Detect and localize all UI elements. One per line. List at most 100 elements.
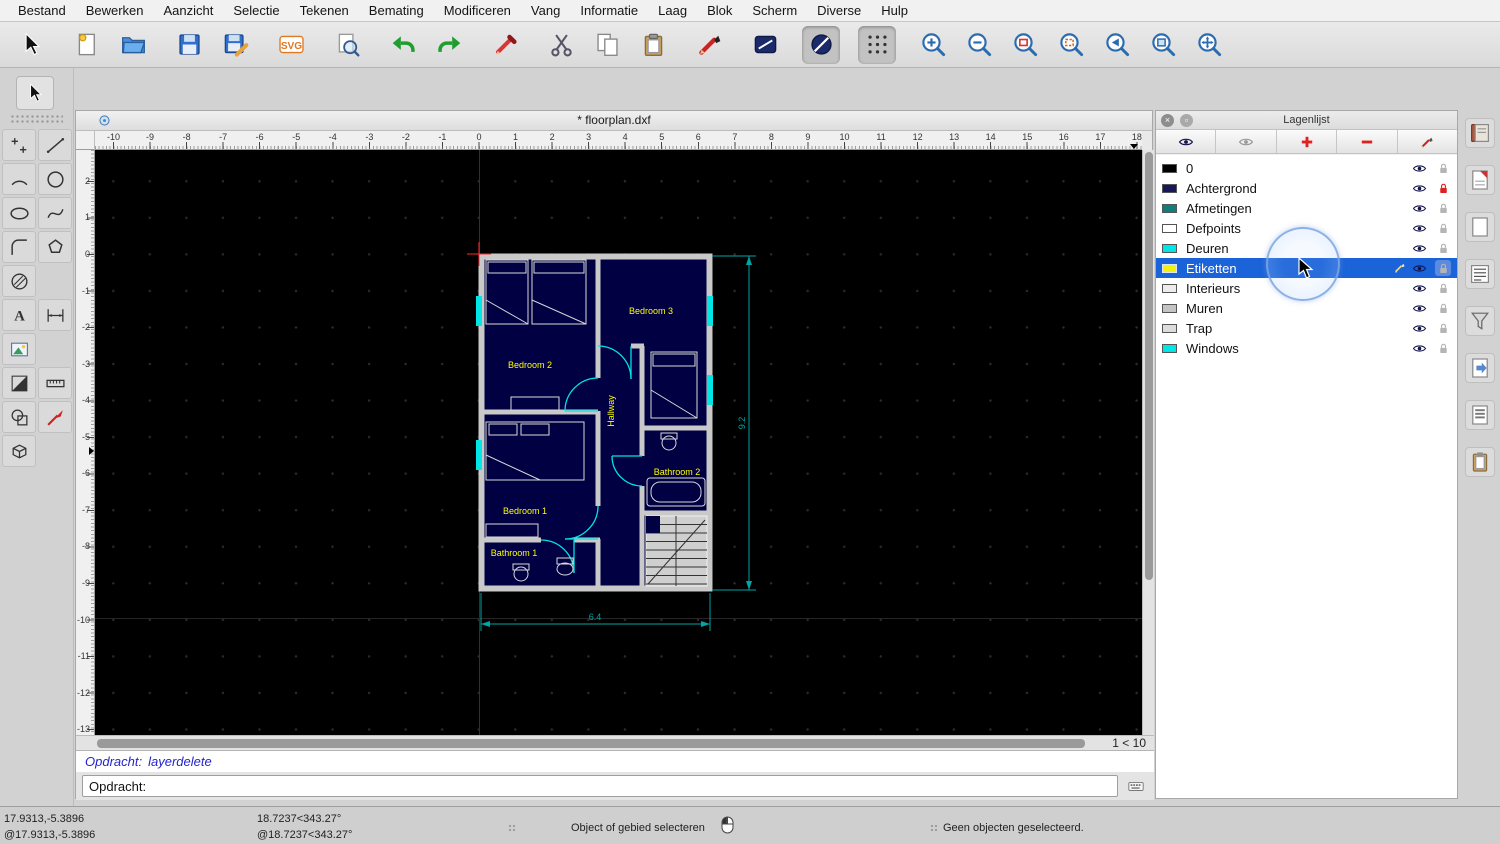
selection-filter-panel-icon[interactable] [1465,306,1495,336]
redo-button[interactable] [430,26,468,64]
fill-tool[interactable] [2,367,36,399]
delete-button[interactable] [486,26,524,64]
select-tool[interactable] [16,76,54,110]
keyboard-icon[interactable] [1124,776,1148,796]
pen-button[interactable] [690,26,728,64]
open-file-button[interactable] [114,26,152,64]
dimension-tool[interactable] [38,299,72,331]
layer-visibility-icon[interactable] [1410,201,1428,216]
command-field[interactable]: Opdracht: [82,775,1118,797]
document-titlebar[interactable]: * floorplan.dxf [76,111,1152,131]
menu-laag[interactable]: Laag [648,0,697,22]
clipboard-panel-icon[interactable] [1465,447,1495,477]
grid-toggle[interactable] [858,25,896,64]
layer-lock-icon[interactable] [1435,300,1451,316]
layer-lock-icon[interactable] [1435,320,1451,336]
cut-button[interactable] [542,26,580,64]
layer-row-interieurs[interactable]: Interieurs [1156,278,1457,298]
layer-row-etiketten[interactable]: Etiketten [1156,258,1457,278]
print-preview-button[interactable] [328,26,366,64]
layer-visibility-icon[interactable] [1410,321,1428,336]
layer-visibility-icon[interactable] [1410,161,1428,176]
layer-lock-icon[interactable] [1435,220,1451,236]
layer-lock-icon[interactable] [1435,200,1451,216]
text-tool[interactable]: A [2,299,36,331]
zoom-pan-button[interactable] [1190,26,1228,64]
menu-selectie[interactable]: Selectie [223,0,289,22]
layer-row-achtergrond[interactable]: Achtergrond [1156,178,1457,198]
zoom-in-button[interactable] [914,26,952,64]
zoom-out-button[interactable] [960,26,998,64]
hide-all-layers-button[interactable] [1216,130,1277,153]
paste-button[interactable] [634,26,672,64]
layer-row-defpoints[interactable]: Defpoints [1156,218,1457,238]
save-button[interactable] [170,26,208,64]
horizontal-scrollbar-thumb[interactable] [97,738,1085,748]
horizontal-scrollbar[interactable] [95,736,1111,751]
save-as-button[interactable] [216,26,254,64]
layer-lock-icon[interactable] [1435,280,1451,296]
layer-visibility-icon[interactable] [1410,341,1428,356]
vertical-scrollbar[interactable] [1142,150,1154,735]
reference-panel-icon[interactable] [1465,353,1495,383]
palette-drag-handle[interactable] [10,114,63,123]
layer-visibility-icon[interactable] [1410,241,1428,256]
zoom-auto-button[interactable] [1006,26,1044,64]
zoom-window-button[interactable] [1144,26,1182,64]
layer-list-panel-icon[interactable] [1465,165,1495,195]
point-tool[interactable] [2,129,36,161]
menu-diverse[interactable]: Diverse [807,0,871,22]
copy-button[interactable] [588,26,626,64]
layer-visibility-icon[interactable] [1410,181,1428,196]
menu-bewerken[interactable]: Bewerken [76,0,154,22]
menu-bestand[interactable]: Bestand [8,0,76,22]
spline-tool[interactable] [38,197,72,229]
menu-blok[interactable]: Blok [697,0,742,22]
zoom-previous-button[interactable] [1098,26,1136,64]
edit-layer-button[interactable] [1397,130,1458,153]
block-list-panel-icon[interactable] [1465,212,1495,242]
select-tool-button[interactable] [12,26,50,64]
circle-tool[interactable] [38,163,72,195]
layer-row-windows[interactable]: Windows [1156,338,1457,358]
layer-lock-icon[interactable] [1435,240,1451,256]
polygon-tool[interactable] [38,231,72,263]
undock-panel-icon[interactable]: ▫ [1180,114,1193,127]
image-tool[interactable] [2,333,36,365]
menu-tekenen[interactable]: Tekenen [290,0,359,22]
layer-visibility-icon[interactable] [1410,221,1428,236]
ellipse-tool[interactable] [2,197,36,229]
attributes-button[interactable] [746,26,784,64]
command-history-panel-icon[interactable] [1465,400,1495,430]
remove-layer-button[interactable] [1337,130,1398,153]
close-panel-icon[interactable]: × [1161,114,1174,127]
menu-informatie[interactable]: Informatie [570,0,648,22]
zoom-select-button[interactable] [1052,26,1090,64]
layer-lock-icon[interactable] [1435,340,1451,356]
menu-aanzicht[interactable]: Aanzicht [154,0,224,22]
layer-row-trap[interactable]: Trap [1156,318,1457,338]
menu-vang[interactable]: Vang [521,0,570,22]
svg-export-button[interactable]: SVG [272,26,310,64]
layer-visibility-icon[interactable] [1410,281,1428,296]
fillet-tool[interactable] [2,231,36,263]
menu-scherm[interactable]: Scherm [742,0,807,22]
layer-lock-icon[interactable] [1435,180,1451,196]
snap-tool[interactable] [38,401,72,433]
region-tool[interactable] [2,401,36,433]
menu-hulp[interactable]: Hulp [871,0,918,22]
entity-list-panel-icon[interactable] [1465,259,1495,289]
vertical-scrollbar-thumb[interactable] [1144,152,1153,580]
command-input[interactable] [152,777,1117,795]
layer-row-afmetingen[interactable]: Afmetingen [1156,198,1457,218]
layer-row-deuren[interactable]: Deuren [1156,238,1457,258]
hatch-tool[interactable] [2,265,36,297]
layer-visibility-icon[interactable] [1410,261,1428,276]
undo-button[interactable] [384,26,422,64]
layer-lock-icon[interactable] [1435,160,1451,176]
layer-visibility-icon[interactable] [1410,301,1428,316]
new-file-button[interactable] [68,26,106,64]
layer-row-muren[interactable]: Muren [1156,298,1457,318]
library-browser-panel-icon[interactable] [1465,118,1495,148]
line-tool[interactable] [38,129,72,161]
